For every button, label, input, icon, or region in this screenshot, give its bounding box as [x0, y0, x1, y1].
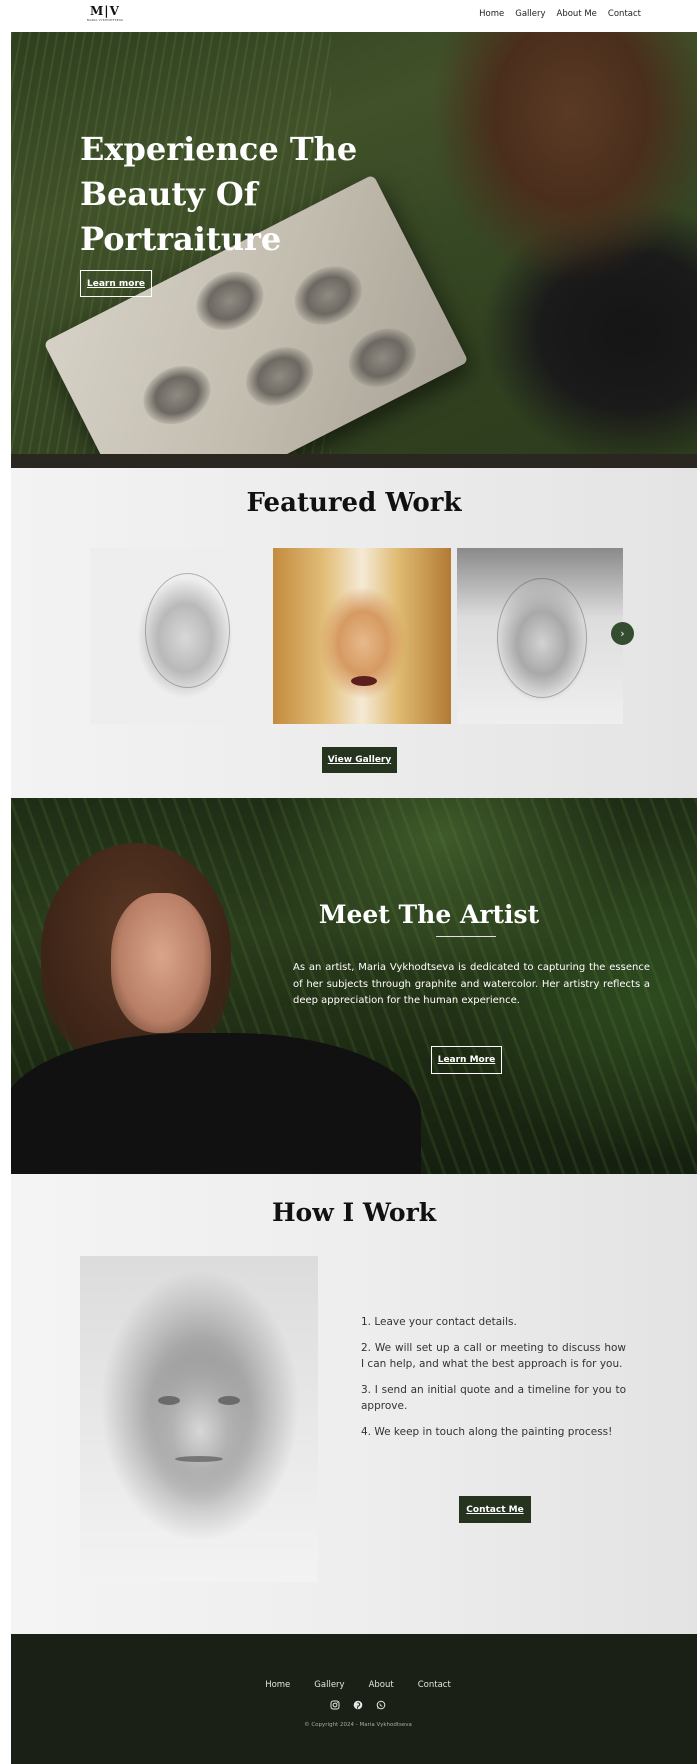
- artist-bio: As an artist, Maria Vykhodtseva is dedic…: [293, 962, 650, 1006]
- footer-link-about[interactable]: About: [369, 1680, 394, 1690]
- meet-the-artist-section: Meet The Artist As an artist, Maria Vykh…: [11, 798, 697, 1174]
- process-step: 4. We keep in touch along the painting p…: [361, 1425, 613, 1438]
- nav-link-gallery[interactable]: Gallery: [515, 9, 545, 19]
- artist-learn-more-button[interactable]: Learn More: [431, 1046, 502, 1074]
- footer-social-links: [11, 1699, 697, 1710]
- process-step: 3. I send an initial quote and a timelin…: [361, 1383, 626, 1413]
- footer-link-contact[interactable]: Contact: [418, 1680, 451, 1690]
- site-header: M|V MARIA VYKHODTSEVA Home Gallery About…: [0, 0, 697, 32]
- copyright-text: © Copyright 2024 - Maria Vykhodtseva: [304, 1722, 412, 1728]
- featured-artwork-graphite-man[interactable]: [457, 548, 623, 724]
- footer-link-home[interactable]: Home: [265, 1680, 290, 1690]
- sketch-eye: [158, 1396, 180, 1405]
- site-logo[interactable]: M|V MARIA VYKHODTSEVA: [82, 4, 128, 23]
- contact-me-button[interactable]: Contact Me: [459, 1496, 531, 1523]
- hero-section: Experience The Beauty Of Portraiture Lea…: [11, 32, 697, 468]
- nav-link-about-me[interactable]: About Me: [557, 9, 597, 19]
- featured-work-title: Featured Work: [246, 488, 462, 518]
- nav-link-contact[interactable]: Contact: [608, 9, 641, 19]
- process-step: 2. We will set up a call or meeting to d…: [361, 1341, 626, 1371]
- sketch-face: [284, 255, 372, 336]
- view-gallery-button[interactable]: View Gallery: [322, 747, 397, 773]
- meet-the-artist-title: Meet The Artist: [318, 900, 540, 929]
- logo-mark: M|V: [90, 4, 120, 18]
- featured-artwork-watercolor-woman[interactable]: [273, 548, 451, 724]
- how-i-work-title: How I Work: [271, 1198, 437, 1227]
- whatsapp-icon[interactable]: [376, 1699, 387, 1710]
- chevron-right-icon[interactable]: ›: [611, 622, 634, 645]
- portrait-lips: [351, 676, 377, 686]
- instagram-icon[interactable]: [330, 1699, 341, 1710]
- hero-shadow: [11, 454, 697, 468]
- artist-portrait-face: [111, 893, 211, 1033]
- sketch-face: [235, 336, 324, 417]
- process-step: 1. Leave your contact details.: [361, 1316, 517, 1328]
- artist-portrait-body: [11, 1033, 421, 1174]
- graphite-portrait-image: [80, 1256, 318, 1582]
- hero-title: Experience The Beauty Of Portraiture: [80, 130, 358, 258]
- main-nav: Home Gallery About Me Contact: [479, 9, 641, 19]
- sketch-outline: [145, 573, 230, 688]
- how-i-work-section: How I Work 1. Leave your contact details…: [11, 1174, 697, 1634]
- sketch-eye: [218, 1396, 240, 1405]
- carousel-next-glyph: ›: [620, 627, 625, 640]
- sketch-mouth: [175, 1456, 223, 1462]
- featured-work-section: Featured Work › View Gallery: [11, 468, 697, 798]
- footer-link-gallery[interactable]: Gallery: [314, 1680, 344, 1690]
- featured-artwork-graphite-woman[interactable]: [90, 548, 267, 724]
- sketch-face: [186, 260, 274, 342]
- title-divider: [436, 936, 496, 937]
- sketch-outline: [497, 578, 587, 698]
- logo-subtitle: MARIA VYKHODTSEVA: [86, 18, 124, 22]
- sketch-face: [133, 354, 221, 436]
- hero-learn-more-button[interactable]: Learn more: [80, 270, 152, 297]
- footer-nav: Home Gallery About Contact: [11, 1680, 697, 1690]
- nav-link-home[interactable]: Home: [479, 9, 504, 19]
- pinterest-icon[interactable]: [353, 1699, 364, 1710]
- site-footer: Home Gallery About Contact © Copyright 2…: [11, 1634, 697, 1764]
- process-steps: 1. Leave your contact details. 2. We wil…: [361, 1314, 626, 1449]
- sketch-face: [338, 317, 427, 399]
